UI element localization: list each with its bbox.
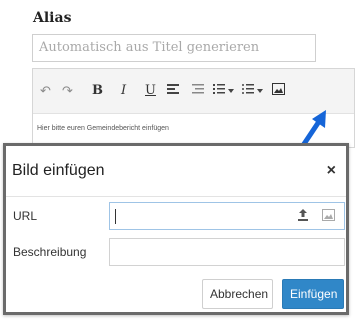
align-center-icon[interactable] bbox=[192, 83, 204, 99]
insert-button[interactable]: Einfügen bbox=[282, 279, 344, 309]
cancel-button[interactable]: Abbrechen bbox=[202, 279, 273, 309]
close-icon[interactable]: × bbox=[327, 162, 336, 180]
unordered-list-icon[interactable] bbox=[242, 83, 264, 99]
editor-placeholder: Hier bitte euren Gemeindebericht einfüge… bbox=[37, 125, 169, 132]
description-label: Beschreibung bbox=[13, 245, 87, 259]
redo-icon[interactable]: ↷ bbox=[62, 83, 73, 99]
alias-placeholder: Automatisch aus Titel generieren bbox=[39, 40, 260, 55]
image-icon[interactable] bbox=[272, 83, 285, 99]
insert-image-dialog: Bild einfügen × URL Beschreibung Abbrech… bbox=[3, 143, 349, 315]
description-input[interactable] bbox=[109, 238, 345, 266]
italic-icon[interactable]: I bbox=[121, 83, 126, 99]
underline-icon[interactable]: U bbox=[145, 83, 156, 99]
dialog-title: Bild einfügen bbox=[12, 162, 105, 179]
url-input[interactable] bbox=[109, 202, 345, 230]
ordered-list-icon[interactable] bbox=[213, 83, 235, 99]
alias-input[interactable]: Automatisch aus Titel generieren bbox=[32, 34, 316, 62]
url-label: URL bbox=[13, 209, 38, 223]
align-left-icon[interactable] bbox=[167, 83, 179, 99]
dialog-divider bbox=[6, 196, 346, 197]
editor-toolbar: ↶ ↷ B I U bbox=[33, 69, 354, 114]
browse-image-icon[interactable] bbox=[322, 208, 335, 226]
undo-icon[interactable]: ↶ bbox=[40, 83, 51, 99]
alias-label: Alias bbox=[33, 10, 72, 26]
bold-icon[interactable]: B bbox=[92, 83, 103, 99]
upload-icon[interactable] bbox=[297, 208, 309, 227]
text-caret bbox=[115, 209, 116, 224]
